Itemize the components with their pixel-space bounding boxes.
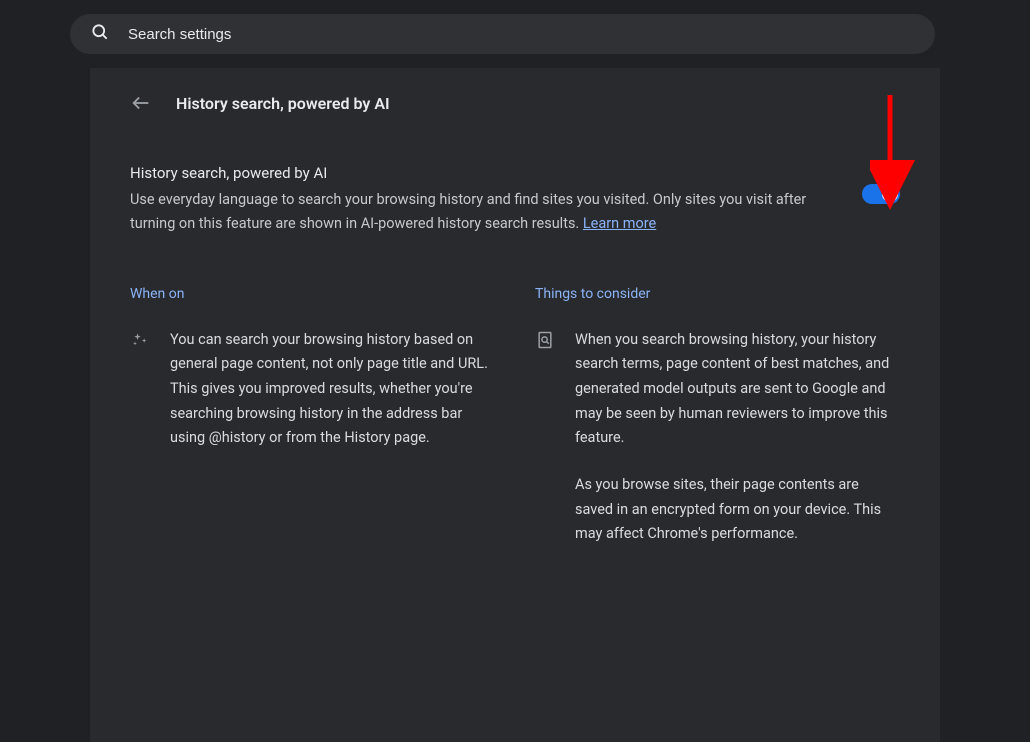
things-to-consider-column: Things to consider When you search brows… [535,286,900,547]
things-to-consider-row: When you search browsing history, your h… [535,328,900,547]
things-to-consider-heading: Things to consider [535,286,900,302]
things-to-consider-text: When you search browsing history, your h… [575,328,900,547]
when-on-column: When on You can search your browsing his… [130,286,495,547]
learn-more-link[interactable]: Learn more [583,215,656,232]
page-title: History search, powered by AI [176,94,390,113]
search-input[interactable] [128,26,915,43]
feature-section: History search, powered by AI Use everyd… [130,164,900,236]
consider-para-1: When you search browsing history, your h… [575,328,900,451]
sparkle-icon [130,330,150,354]
info-columns: When on You can search your browsing his… [130,286,900,547]
search-icon [90,22,110,46]
back-arrow-icon[interactable] [130,92,152,114]
feature-desc-text: Use everyday language to search your bro… [130,191,806,232]
page-search-icon [535,330,555,354]
search-settings-box[interactable] [70,14,935,54]
consider-para-2: As you browse sites, their page contents… [575,473,900,547]
feature-title: History search, powered by AI [130,164,822,182]
when-on-text: You can search your browsing history bas… [170,328,495,451]
when-on-heading: When on [130,286,495,302]
header-row: History search, powered by AI [130,92,900,114]
when-on-row: You can search your browsing history bas… [130,328,495,451]
feature-text: History search, powered by AI Use everyd… [130,164,822,236]
toggle-knob [882,186,898,202]
content-panel: History search, powered by AI History se… [90,68,940,742]
top-bar [0,0,1030,68]
feature-toggle[interactable] [862,184,900,204]
feature-description: Use everyday language to search your bro… [130,188,822,236]
main-container: History search, powered by AI History se… [0,68,1030,742]
